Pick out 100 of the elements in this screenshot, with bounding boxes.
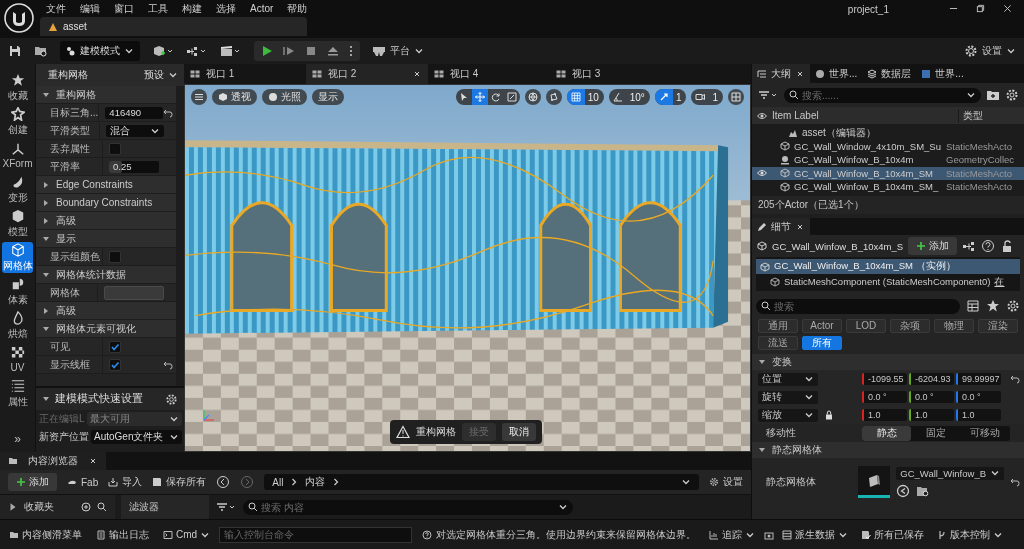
mode-dropdown[interactable]: 建模模式: [60, 41, 140, 61]
section-header[interactable]: 高级: [36, 302, 176, 320]
viewport-tab[interactable]: 视口 2: [306, 64, 428, 84]
stop-icon[interactable]: [304, 44, 318, 58]
dropdown[interactable]: 混合: [105, 124, 164, 137]
tree-row[interactable]: GC_Wall_Winfow_B_10x4m_SM StaticMeshActo: [752, 166, 1024, 180]
clapper-icon[interactable]: [220, 44, 242, 58]
checkbox[interactable]: [109, 250, 121, 263]
section-header[interactable]: 变换: [752, 354, 1024, 370]
console-input[interactable]: 输入控制台命令: [219, 526, 412, 543]
axis-field[interactable]: 0.0 °: [862, 391, 907, 403]
axis-field[interactable]: -1099.55: [862, 373, 907, 385]
output-log-button[interactable]: 输出日志: [91, 527, 154, 542]
axis-field[interactable]: 0.0 °: [909, 391, 954, 403]
component-row[interactable]: StaticMeshComponent (StaticMeshComponent0) 在: [756, 274, 1020, 289]
mobility-option[interactable]: 静态: [862, 425, 912, 441]
breadcrumb[interactable]: All: [272, 476, 284, 488]
number-field[interactable]: 416490: [105, 106, 164, 119]
filter-button[interactable]: 流送: [758, 336, 798, 350]
axis-field[interactable]: 1.0: [956, 409, 1001, 421]
restore-icon[interactable]: [976, 4, 985, 13]
close-icon[interactable]: [88, 456, 98, 466]
axis-field[interactable]: 1.0: [862, 409, 907, 421]
menu-item[interactable]: 选择: [216, 1, 236, 16]
save-status-button[interactable]: 所有已保存: [856, 527, 930, 542]
content-browser-tab[interactable]: 内容浏览器: [0, 452, 106, 470]
section-header[interactable]: 建模模式快速设置: [36, 388, 184, 410]
panel-tab[interactable]: 大纲: [752, 64, 810, 83]
section-header[interactable]: Edge Constraints: [36, 176, 176, 194]
play-icon[interactable]: [260, 44, 274, 58]
tree-row[interactable]: GC_Wall_Window_4x10m_SM_Su StaticMeshActo: [752, 139, 1024, 153]
axis-field[interactable]: 0.0 °: [956, 391, 1001, 403]
menu-item[interactable]: 编辑: [80, 1, 100, 16]
search-field[interactable]: 搜索: [756, 298, 960, 314]
view-button[interactable]: 光照: [262, 89, 307, 105]
mode-tab[interactable]: 模型: [2, 208, 33, 239]
step-icon[interactable]: [282, 44, 296, 58]
path-bar[interactable]: All 内容: [264, 474, 699, 490]
cmd-dropdown[interactable]: Cmd: [158, 529, 216, 540]
search-icon[interactable]: [97, 502, 107, 512]
filter-icon[interactable]: [757, 88, 779, 102]
column-header[interactable]: Item Label: [772, 110, 958, 121]
menu-item[interactable]: 帮助: [287, 1, 308, 16]
menu-item[interactable]: Actor: [250, 3, 274, 14]
viewport-tab[interactable]: 视口 3: [550, 64, 672, 84]
mode-tab[interactable]: UV: [2, 344, 33, 375]
back-icon[interactable]: [216, 475, 231, 489]
mode-tab[interactable]: 变形: [2, 174, 33, 205]
section-header[interactable]: 高级: [36, 212, 176, 230]
engine-logo-icon[interactable]: [4, 3, 34, 33]
toolbar-button[interactable]: Fab: [67, 476, 99, 488]
mode-tab[interactable]: 体素: [2, 276, 33, 307]
checkbox[interactable]: [109, 340, 121, 353]
filter-button[interactable]: 所有: [802, 336, 842, 350]
filter-button[interactable]: 渲染: [978, 319, 1018, 333]
derived-data-dropdown[interactable]: 派生数据: [777, 527, 854, 542]
filter-button[interactable]: 杂项: [890, 319, 930, 333]
toolbar-button[interactable]: 导入: [108, 475, 143, 489]
settings-button[interactable]: 设置: [709, 475, 743, 489]
menu-item[interactable]: 构建: [182, 1, 202, 16]
blueprint-icon[interactable]: [962, 239, 977, 253]
mode-tab[interactable]: 网格体: [2, 242, 33, 273]
close-icon[interactable]: [1003, 4, 1012, 13]
settings-icon[interactable]: [165, 392, 178, 406]
tree-item[interactable]: asset（编辑器）: [802, 125, 876, 140]
blueprint-icon[interactable]: [186, 44, 208, 58]
help-icon[interactable]: [981, 239, 996, 253]
more-icon[interactable]: [348, 44, 354, 58]
panel-tab[interactable]: 数据层: [862, 64, 917, 83]
reset-icon[interactable]: [163, 107, 174, 118]
add-component-button[interactable]: 添加: [908, 237, 958, 255]
reset-icon[interactable]: [1010, 374, 1020, 384]
add-icon[interactable]: [81, 502, 91, 512]
snap-control[interactable]: 10: [566, 89, 604, 105]
star-icon[interactable]: [986, 299, 1000, 313]
add-cube-icon[interactable]: [152, 44, 174, 58]
platform-button[interactable]: 平台: [372, 44, 424, 58]
component-row[interactable]: GC_Wall_Winfow_B_10x4m_SM （实例）: [756, 259, 1020, 274]
reset-icon[interactable]: [1010, 477, 1020, 487]
section-header[interactable]: 显示: [36, 230, 176, 248]
asset-dropdown[interactable]: GC_Wall_Winfow_B: [896, 466, 1004, 480]
section-header[interactable]: 网格体元素可视化: [36, 320, 176, 338]
add-folder-icon[interactable]: [986, 88, 1000, 102]
setting-dropdown[interactable]: AutoGen文件夹: [91, 430, 182, 444]
panel-tab[interactable]: 世界...: [810, 64, 863, 83]
filter-button[interactable]: 通用: [758, 319, 798, 333]
forward-icon[interactable]: [240, 475, 255, 489]
axis-field[interactable]: -6204.93: [909, 373, 954, 385]
checkbox[interactable]: [109, 358, 121, 371]
settings-icon[interactable]: [1006, 299, 1020, 313]
viewport-tab[interactable]: 视口 1: [184, 64, 306, 84]
reset-icon[interactable]: [163, 359, 173, 370]
tree-row[interactable]: GC_Wall_Winfow_B_10x4m GeometryCollec: [752, 153, 1024, 167]
filter-button[interactable]: 物理: [934, 319, 974, 333]
mode-tab[interactable]: XForm: [2, 140, 33, 171]
close-icon[interactable]: [412, 69, 422, 79]
mode-tab[interactable]: 收藏: [2, 72, 33, 103]
cancel-button[interactable]: 取消: [502, 423, 536, 441]
section-header[interactable]: 重构网格: [36, 86, 176, 104]
link[interactable]: 在: [994, 274, 1005, 289]
